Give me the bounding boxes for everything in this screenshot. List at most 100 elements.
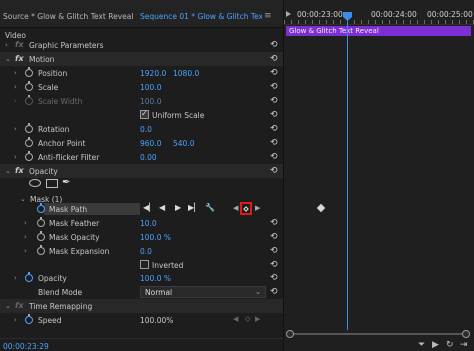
mask-expansion-value[interactable]: 0.0 (140, 247, 152, 256)
stopwatch-icon[interactable] (25, 151, 33, 161)
next-keyframe-icon[interactable]: ▶ (255, 204, 260, 212)
row-graphic-parameters[interactable]: › fx Graphic Parameters ⟲ (0, 38, 283, 52)
chevron-down-icon[interactable]: ⌄ (5, 167, 11, 175)
mask-opacity-value[interactable]: 100.0 % (140, 233, 171, 242)
reset-icon[interactable]: ⟲ (270, 138, 278, 148)
row-time-remapping[interactable]: ⌄ fx Time Remapping (0, 299, 283, 313)
reset-icon[interactable]: ⟲ (270, 96, 278, 106)
reset-icon[interactable]: ⟲ (270, 260, 278, 270)
reset-icon[interactable]: ⟲ (270, 273, 278, 283)
timeline-scrollbar[interactable] (284, 330, 474, 338)
time-ruler[interactable]: 00:00:23:00 00:00:24:00 00:00:25:00 (284, 0, 474, 25)
keyframe-diamond[interactable] (316, 203, 326, 213)
track-backward-icon[interactable]: ◀ (159, 203, 165, 212)
reset-icon[interactable]: ⟲ (270, 246, 278, 256)
row-mask-path[interactable]: Mask Path ◀▏ ◀ ▶ ▶▏ 🔧 ◀ ▶ (0, 202, 283, 216)
chevron-right-icon[interactable]: › (14, 125, 17, 133)
scroll-end-handle[interactable] (462, 330, 470, 338)
row-rotation[interactable]: › Rotation 0.0 ⟲ (0, 122, 283, 136)
hamburger-icon[interactable]: ≡ (264, 11, 278, 23)
anti-flicker-value[interactable]: 0.00 (140, 153, 157, 162)
reset-icon[interactable]: ⟲ (270, 40, 278, 50)
uniform-scale-checkbox[interactable] (140, 109, 149, 119)
row-scale[interactable]: › Scale 100.0 ⟲ (0, 80, 283, 94)
stopwatch-icon[interactable] (25, 272, 33, 282)
tab-sequence[interactable]: Sequence 01 * Glow & Glitch Text R... (140, 12, 262, 24)
chevron-right-icon[interactable]: › (5, 41, 8, 49)
prev-keyframe-icon[interactable]: ◀ (233, 315, 238, 323)
chevron-down-icon[interactable]: ⌄ (5, 302, 11, 310)
effect-controls-timeline[interactable]: 00:00:23:00 00:00:24:00 00:00:25:00 Glow… (283, 0, 474, 351)
loop-icon[interactable]: ↻ (446, 340, 454, 350)
anchor-point-y-value[interactable]: 540.0 (173, 139, 194, 148)
position-y-value[interactable]: 1080.0 (173, 69, 199, 78)
chevron-right-icon[interactable]: › (24, 247, 27, 255)
stopwatch-icon[interactable] (37, 231, 45, 241)
wrench-icon[interactable]: 🔧 (205, 203, 215, 212)
row-opacity[interactable]: ⌄ fx Opacity ⟲ (0, 164, 283, 178)
row-opacity-value[interactable]: › Opacity 100.0 % ⟲ (0, 271, 283, 285)
row-mask-feather[interactable]: › Mask Feather 10.0 ⟲ (0, 216, 283, 230)
export-icon[interactable]: ⇥ (460, 340, 468, 350)
row-mask-opacity[interactable]: › Mask Opacity 100.0 % ⟲ (0, 230, 283, 244)
reset-icon[interactable]: ⟲ (270, 54, 278, 64)
filter-icon[interactable]: ⏷ (418, 340, 425, 350)
row-inverted[interactable]: Inverted ⟲ (0, 258, 283, 272)
reset-icon[interactable]: ⟲ (270, 232, 278, 242)
clip-bar[interactable]: Glow & Glitch Text Reveal (286, 26, 471, 36)
chevron-right-icon[interactable]: › (14, 83, 17, 91)
chevron-right-icon[interactable]: › (14, 153, 17, 161)
chevron-right-icon[interactable]: › (14, 274, 17, 282)
chevron-right-icon[interactable]: › (14, 69, 17, 77)
track-forward-icon[interactable]: ▶ (175, 203, 181, 212)
row-motion[interactable]: ⌄ fx Motion ⟲ (0, 52, 283, 66)
add-keyframe-icon[interactable]: ◇ (245, 315, 250, 323)
stopwatch-icon[interactable] (37, 203, 45, 213)
stopwatch-icon[interactable] (37, 217, 45, 227)
opacity-value[interactable]: 100.0 % (140, 274, 171, 283)
chevron-down-icon[interactable]: ⌄ (5, 55, 11, 63)
anchor-point-x-value[interactable]: 960.0 (140, 139, 161, 148)
track-forward-one-icon[interactable]: ▶▏ (188, 203, 200, 212)
track-backward-one-icon[interactable]: ◀▏ (143, 203, 155, 212)
reset-icon[interactable]: ⟲ (270, 218, 278, 228)
play-left-icon[interactable] (286, 11, 291, 17)
next-keyframe-icon[interactable]: ▶ (255, 315, 260, 323)
play-icon[interactable]: ▶ (432, 340, 439, 350)
row-uniform-scale[interactable]: Uniform Scale ⟲ (0, 108, 283, 122)
reset-icon[interactable]: ⟲ (270, 110, 278, 120)
scroll-start-handle[interactable] (286, 330, 294, 338)
reset-icon[interactable]: ⟲ (270, 82, 278, 92)
scale-value[interactable]: 100.0 (140, 83, 161, 92)
reset-icon[interactable]: ⟲ (270, 124, 278, 134)
speed-value[interactable]: 100.00% (140, 316, 173, 325)
chevron-right-icon[interactable]: › (24, 219, 27, 227)
mask-feather-value[interactable]: 10.0 (140, 219, 157, 228)
reset-icon[interactable]: ⟲ (270, 68, 278, 78)
add-keyframe-button[interactable] (240, 202, 252, 215)
stopwatch-icon[interactable] (25, 137, 33, 147)
pen-mask-icon[interactable]: ✒ (62, 177, 70, 188)
reset-icon[interactable]: ⟲ (270, 152, 278, 162)
stopwatch-icon[interactable] (25, 123, 33, 133)
rotation-value[interactable]: 0.0 (140, 125, 152, 134)
prev-keyframe-icon[interactable]: ◀ (233, 204, 238, 212)
rectangle-mask-icon[interactable] (46, 179, 58, 188)
fx-icon[interactable]: fx (15, 166, 24, 175)
row-mask-expansion[interactable]: › Mask Expansion 0.0 ⟲ (0, 244, 283, 258)
row-blend-mode[interactable]: Blend Mode Normal ⌄ ⟲ (0, 285, 283, 299)
row-position[interactable]: › Position 1920.0 1080.0 ⟲ (0, 66, 283, 80)
chevron-right-icon[interactable]: › (14, 316, 17, 324)
stopwatch-icon[interactable] (25, 314, 33, 324)
stopwatch-icon[interactable] (25, 81, 33, 91)
ellipse-mask-icon[interactable] (29, 179, 41, 187)
row-speed[interactable]: › Speed 100.00% ◀ ◇ ▶ (0, 313, 283, 327)
reset-icon[interactable]: ⟲ (270, 287, 278, 297)
row-anchor-point[interactable]: Anchor Point 960.0 540.0 ⟲ (0, 136, 283, 150)
current-timecode[interactable]: 00:00:23:29 (3, 342, 49, 351)
stopwatch-icon[interactable] (37, 245, 45, 255)
chevron-right-icon[interactable]: › (24, 233, 27, 241)
tab-source[interactable]: Source * Glow & Glitch Text Reveal (3, 12, 135, 24)
stopwatch-icon[interactable] (25, 67, 33, 77)
inverted-checkbox[interactable] (140, 260, 149, 269)
